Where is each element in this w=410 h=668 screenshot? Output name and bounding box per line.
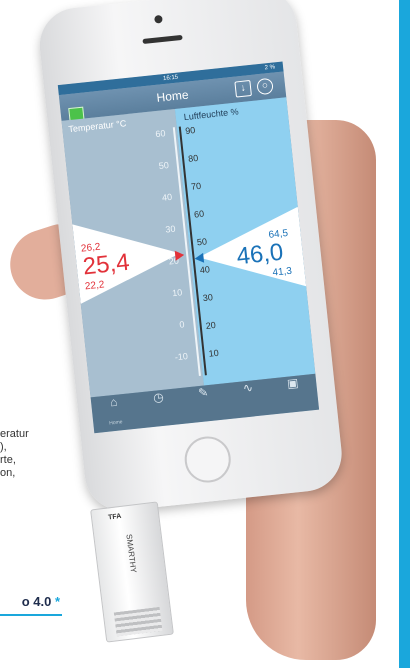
- promo-label: o 4.0 *: [10, 594, 60, 609]
- temperature-tick: -10: [174, 351, 189, 363]
- humidity-tick: 40: [199, 264, 211, 276]
- temperature-min: 22,2: [84, 279, 105, 293]
- front-camera: [154, 14, 163, 24]
- sensor-dongle: TFA SMARTHY: [90, 501, 174, 643]
- edit-icon: ✎: [197, 385, 209, 401]
- promo-text: o 4.0: [21, 594, 52, 609]
- temperature-current: 25,4: [81, 248, 131, 281]
- temperature-header: Temperatur °C: [67, 118, 127, 135]
- camera-icon: ▣: [286, 375, 300, 391]
- humidity-marker: [194, 252, 205, 264]
- humidity-tick: 80: [187, 152, 199, 164]
- sensor-name: SMARTHY: [124, 533, 139, 574]
- home-button[interactable]: [182, 434, 233, 485]
- side-text-line: rte,: [0, 454, 16, 466]
- humidity-tick: 50: [196, 236, 208, 248]
- temperature-tick: 50: [158, 159, 170, 171]
- temperature-marker: [174, 249, 185, 261]
- download-icon[interactable]: ↓: [234, 79, 252, 98]
- status-time: 16:15: [162, 74, 179, 83]
- humidity-tick: 10: [208, 347, 220, 359]
- side-text-line: on,: [0, 467, 16, 479]
- promo-underline: [0, 614, 62, 616]
- sensor-grill: [113, 606, 163, 637]
- humidity-tick: 20: [205, 319, 217, 331]
- sensor-logo: TFA: [107, 512, 122, 522]
- side-text-line: ),: [0, 441, 7, 453]
- temperature-tick: 0: [178, 319, 185, 330]
- app-screen: 16:15 2 % Home ↓ ○ Temperatur °C 60 50 4…: [57, 61, 320, 434]
- tab-camera[interactable]: ▣: [270, 374, 319, 415]
- page-edge-stripe: [399, 0, 410, 668]
- temperature-tick: 10: [171, 287, 183, 299]
- side-text-line: eratur: [0, 428, 29, 440]
- home-icon: ⌂: [109, 394, 119, 410]
- tab-home-label: Home: [108, 419, 123, 427]
- temperature-tick: 30: [164, 223, 176, 235]
- humidity-tick: 90: [184, 125, 196, 137]
- humidity-min: 41,3: [272, 265, 293, 279]
- clock-icon: ◷: [152, 389, 165, 405]
- tab-chart[interactable]: ∿: [225, 379, 274, 420]
- tab-edit[interactable]: ✎: [180, 383, 229, 424]
- humidity-tick: 70: [190, 180, 202, 192]
- smartphone: 16:15 2 % Home ↓ ○ Temperatur °C 60 50 4…: [36, 0, 346, 515]
- humidity-tick: 60: [193, 208, 205, 220]
- tab-history[interactable]: ◷: [135, 388, 184, 429]
- side-text: eratur ), rte, on,: [0, 428, 80, 480]
- temperature-tick: 60: [154, 128, 166, 140]
- asterisk-icon: *: [54, 594, 60, 609]
- temperature-tick: 40: [161, 191, 173, 203]
- humidity-header: Luftfeuchte %: [183, 106, 240, 123]
- tab-home[interactable]: ⌂ Home: [91, 393, 140, 434]
- chart-icon: ∿: [242, 380, 254, 396]
- humidity-tick: 30: [202, 292, 214, 304]
- earpiece: [142, 34, 183, 44]
